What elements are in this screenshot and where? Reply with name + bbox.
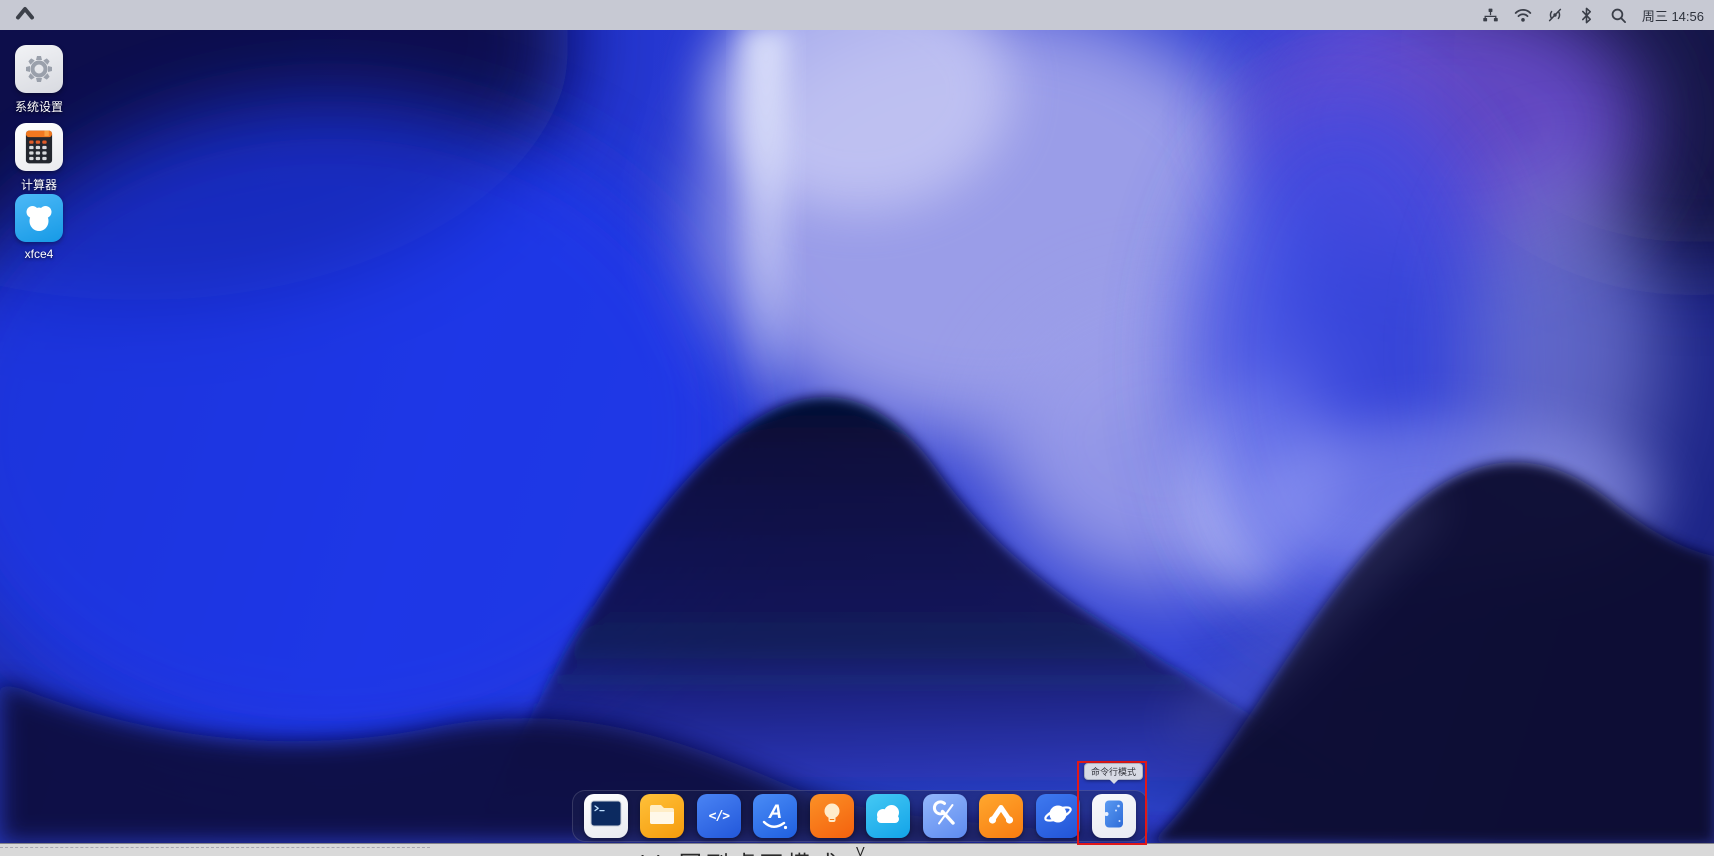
settings-gear-icon [15,45,63,93]
desktop-icon-label: 计算器 [20,178,57,192]
dock-item-tips[interactable] [809,794,854,838]
dock-item-uos-assistant[interactable] [979,794,1024,838]
desktop-icon-system-settings[interactable]: 系统设置 [3,45,75,115]
dashed-line [0,847,430,848]
code-icon: </> [708,808,731,824]
top-panel: 周三 14:56 [0,0,1714,30]
network-icon[interactable] [1482,6,1500,24]
wifi-icon[interactable] [1514,6,1532,24]
xfce-mouse-icon [15,194,63,242]
tooltip-text: 命令行模式 [1091,767,1137,777]
search-icon[interactable] [1610,6,1628,24]
cloud-icon [866,794,910,838]
dock-item-command-line-mode[interactable] [1091,794,1136,838]
system-tray: 周三 14:56 [1482,6,1714,25]
dock-item-file-manager[interactable] [640,794,685,838]
document-strip: V b) 回到桌面模式 [0,843,1714,856]
desktop-icon-xfce4[interactable]: xfce4 [3,194,75,261]
desktop-icon-label: 系统设置 [14,100,63,114]
desktop-icon-calculator[interactable]: 计算器 [3,123,75,193]
bluetooth-icon[interactable] [1578,6,1596,24]
partial-document-text: b) 回到桌面模式 [640,845,841,856]
dock: </> A [572,790,1148,842]
chevron-molecule-icon [979,794,1023,838]
dock-item-browser[interactable] [1035,794,1080,838]
dock-item-code-editor[interactable]: </> [696,794,741,838]
stray-text: V [856,844,865,856]
dock-item-app-store[interactable]: A [753,794,798,838]
app-store-icon: A [753,794,797,838]
tooltip-command-line-mode: 命令行模式 [1084,763,1144,784]
tooltip-arrow [1108,779,1119,784]
launcher-button[interactable] [12,4,38,26]
folder-icon [640,794,684,838]
screen: 周三 14:56 系统设置 计算器 xfce4 </> A 命令行模式 V [0,0,1714,856]
wrench-icon [923,794,967,838]
uos-launcher-icon [14,5,36,26]
wallpaper [0,30,1714,843]
terminal-icon [584,794,628,838]
cli-door-icon [1092,794,1136,838]
dock-item-cloud[interactable] [866,794,911,838]
desktop: 系统设置 计算器 xfce4 </> A 命令行模式 [0,30,1714,845]
dock-item-terminal[interactable] [584,794,628,838]
bulb-icon [810,794,854,838]
planet-icon [1036,794,1080,838]
panel-left [0,4,38,26]
clock[interactable]: 周三 14:56 [1642,6,1704,25]
dock-item-toolbox[interactable] [922,794,967,838]
desktop-icon-label: xfce4 [24,247,54,261]
calculator-icon [15,123,63,171]
wireless-off-icon[interactable] [1546,6,1564,24]
